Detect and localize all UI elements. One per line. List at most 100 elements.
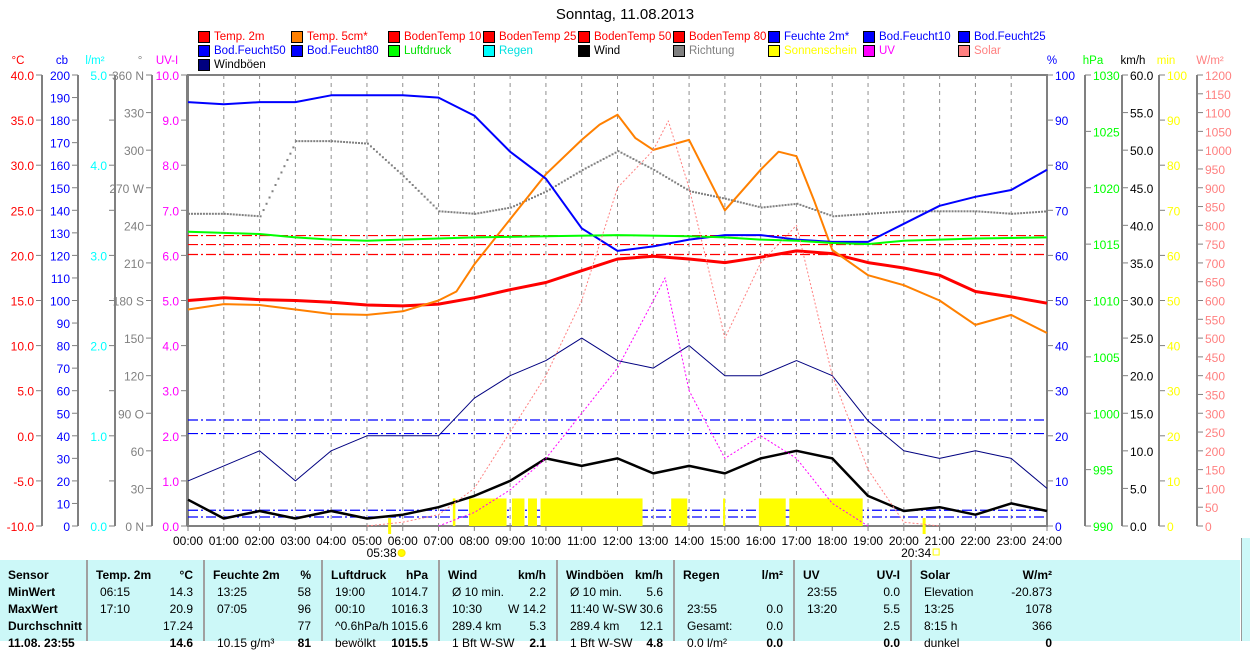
direction-point — [739, 201, 742, 204]
cell-value: 5.3 — [529, 619, 546, 633]
axis-tick-label: 40 — [57, 430, 71, 444]
axis-tick-label: 20 — [1167, 430, 1181, 444]
cell-value: 1015.5 — [391, 636, 428, 650]
axis-title-sun: min — [1157, 55, 1176, 67]
direction-point — [471, 212, 474, 215]
axis-tick-label: 90 — [1167, 114, 1181, 128]
direction-point — [531, 197, 534, 200]
axis-tick-label: 700 — [1205, 257, 1225, 271]
direction-point — [426, 198, 429, 201]
direction-point — [441, 210, 444, 213]
axis-tick-label: 10 — [57, 497, 71, 511]
x-tick-label: 07:00 — [424, 534, 454, 548]
cell-value: 81 — [297, 636, 311, 650]
direction-point — [796, 202, 799, 205]
direction-point — [915, 210, 918, 213]
axis-tick-label: 0 — [1205, 520, 1212, 534]
direction-point — [677, 183, 680, 186]
direction-point — [823, 212, 826, 215]
direction-point — [387, 161, 390, 164]
axis-title-hum: % — [1047, 55, 1057, 67]
direction-point — [542, 191, 545, 194]
direction-point — [465, 212, 468, 215]
cell-value: 1016.3 — [391, 602, 428, 616]
direction-point — [593, 162, 596, 165]
direction-point — [921, 210, 924, 213]
cell-left: 289.4 km — [570, 619, 620, 633]
table-column: Sensor MinWert MaxWert Durchschnitt 11.08. 2… — [0, 560, 88, 650]
cell-value: 0.0 — [766, 636, 783, 650]
direction-point — [289, 152, 292, 155]
direction-point — [414, 186, 417, 189]
direction-point — [903, 210, 906, 213]
vertical-scrollbar[interactable] — [1241, 538, 1250, 641]
column-header: Wind — [448, 568, 478, 582]
direction-point — [265, 202, 268, 205]
sunset-icon — [932, 548, 940, 556]
axis-tick-label: 5.0 — [17, 385, 34, 399]
row-label: MinWert — [8, 585, 56, 599]
cell-value: 14.6 — [169, 636, 193, 650]
axis-tick-label: 180 S — [113, 295, 144, 309]
axis-tick-label: 120 — [124, 370, 144, 384]
direction-point — [706, 194, 709, 197]
axis-tick-label: 950 — [1205, 163, 1225, 177]
direction-point — [966, 210, 969, 213]
direction-point — [826, 213, 829, 216]
axis-tick-label: 10 — [1055, 475, 1069, 489]
column-header: Solar — [920, 568, 951, 582]
direction-point — [844, 214, 847, 217]
cell-value: 5.5 — [883, 602, 900, 616]
direction-point — [226, 213, 229, 216]
direction-point — [474, 212, 477, 215]
direction-point — [292, 146, 295, 149]
axis-tick-label: 750 — [1205, 238, 1225, 252]
axis-tick-label: 400 — [1205, 370, 1225, 384]
axis-tick-label: 9.0 — [162, 114, 179, 128]
direction-point — [954, 210, 957, 213]
direction-point — [897, 210, 900, 213]
direction-point — [349, 141, 352, 144]
x-tick-label: 19:00 — [853, 534, 883, 548]
axis-tick-label: 1000 — [1205, 144, 1232, 158]
direction-point — [939, 210, 942, 213]
direction-point — [563, 179, 566, 182]
direction-point — [504, 207, 507, 210]
direction-point — [960, 210, 963, 213]
direction-point — [366, 142, 369, 145]
direction-point — [420, 192, 423, 195]
direction-point — [665, 176, 668, 179]
direction-point — [310, 140, 313, 143]
direction-point — [951, 210, 954, 213]
axis-tick-label: 1.0 — [90, 430, 107, 444]
direction-point — [214, 212, 217, 215]
axis-tick-label: 60 — [1055, 249, 1069, 263]
direction-point — [859, 213, 862, 216]
axis-tick-label: 60 — [131, 445, 145, 459]
column-unit: hPa — [405, 568, 428, 582]
axis-tick-label: 2.0 — [90, 340, 107, 354]
direction-point — [390, 164, 393, 167]
direction-point — [671, 179, 674, 182]
axis-tick-label: 1200 — [1205, 69, 1232, 83]
direction-point — [1011, 212, 1014, 215]
column-header: Regen — [683, 568, 720, 582]
direction-point — [477, 212, 480, 215]
axis-tick-label: 5.0 — [1130, 482, 1147, 496]
column-header: Sensor — [8, 568, 49, 582]
direction-point — [790, 203, 793, 206]
sunrise-label: 05:38 — [367, 546, 397, 560]
direction-point — [656, 170, 659, 173]
direction-point — [462, 211, 465, 214]
axis-tick-label: 250 — [1205, 426, 1225, 440]
direction-point — [498, 208, 501, 211]
axis-tick-label: 0 N — [125, 520, 144, 534]
direction-point — [874, 212, 877, 215]
direction-point — [876, 212, 879, 215]
direction-point — [814, 209, 817, 212]
direction-point — [232, 213, 235, 216]
direction-point — [751, 204, 754, 207]
axis-tick-label: 1100 — [1205, 107, 1231, 121]
direction-point — [328, 140, 331, 143]
direction-point — [241, 214, 244, 217]
